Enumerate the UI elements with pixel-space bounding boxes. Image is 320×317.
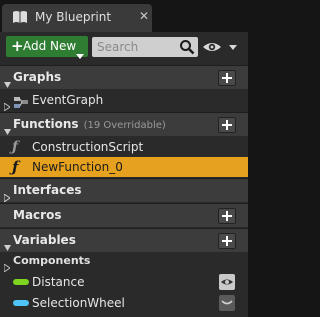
tab-title: My Blueprint (35, 10, 112, 24)
search-icon[interactable] (179, 39, 195, 59)
item-label: Distance (32, 275, 85, 289)
blueprint-icon (12, 9, 28, 23)
list-item-eventgraph[interactable]: EventGraph (0, 90, 248, 113)
graph-icon (13, 94, 29, 113)
search-box (92, 37, 198, 57)
section-label: Macros (13, 208, 62, 222)
list-item-newfunction[interactable]: ƒ NewFunction_0 (0, 157, 248, 177)
function-icon: ƒ (12, 158, 19, 176)
list-item-constructionscript[interactable]: ƒ ConstructionScript (0, 137, 248, 157)
visibility-eye-icon[interactable] (219, 274, 235, 290)
section-graphs[interactable]: Graphs (0, 65, 248, 89)
item-label: EventGraph (32, 93, 104, 107)
section-variables[interactable]: Variables (0, 228, 248, 252)
section-interfaces[interactable]: Interfaces (0, 178, 248, 203)
overridable-count: (19 Overridable) (83, 120, 166, 131)
subsection-label: Components (13, 254, 91, 267)
search-input[interactable] (92, 37, 176, 57)
subsection-components[interactable]: Components (0, 251, 248, 273)
functions-label: Functions (13, 117, 79, 131)
section-label: Functions (19 Overridable) (13, 117, 166, 131)
section-label: Graphs (13, 70, 62, 84)
my-blueprint-panel: + Add New Search Graphs EventGraph Funct… (0, 32, 248, 317)
item-label: SelectionWheel (32, 296, 125, 310)
section-label: Interfaces (13, 183, 82, 197)
item-label: ConstructionScript (32, 140, 144, 154)
struct-type-icon (13, 300, 29, 306)
plus-icon: + (11, 37, 24, 55)
add-variable-button[interactable] (218, 233, 236, 249)
item-label: NewFunction_0 (32, 160, 123, 174)
visibility-closed-eye-icon[interactable] (219, 295, 235, 311)
function-icon: ƒ (12, 139, 19, 155)
add-new-button[interactable]: + Add New (6, 36, 88, 59)
variable-selectionwheel[interactable]: SelectionWheel (0, 293, 248, 313)
section-label: Variables (13, 233, 76, 247)
float-type-icon (13, 279, 29, 285)
tab-bar: My Blueprint ✕ (0, 0, 248, 32)
add-macro-button[interactable] (218, 208, 236, 224)
add-graph-button[interactable] (218, 70, 236, 86)
section-functions[interactable]: Functions (19 Overridable) (0, 112, 248, 136)
section-macros[interactable]: Macros (0, 203, 248, 227)
eye-icon[interactable] (201, 38, 241, 56)
add-new-label: Add New (23, 39, 77, 53)
close-icon[interactable]: ✕ (139, 9, 149, 23)
variable-distance[interactable]: Distance (0, 272, 248, 292)
toolbar: + Add New (0, 32, 248, 64)
tab-my-blueprint[interactable]: My Blueprint ✕ (2, 4, 152, 32)
add-function-button[interactable] (218, 117, 236, 133)
chevron-down-icon (76, 44, 84, 63)
